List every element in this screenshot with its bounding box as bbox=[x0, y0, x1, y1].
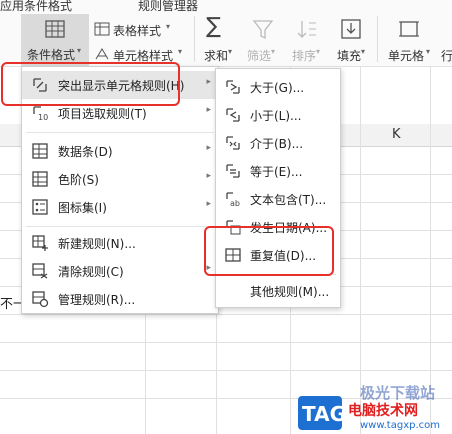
watermark-logo: TAG bbox=[298, 396, 346, 430]
ribbon-top-mid-text: 规则管理器 bbox=[138, 0, 199, 13]
menu-item-label: 项目选取规则(T) bbox=[58, 107, 147, 121]
watermark-line2: 电脑技术网 bbox=[348, 403, 418, 419]
chevron-down-icon: ▾ bbox=[228, 47, 233, 56]
fill-button[interactable]: 填充 bbox=[337, 47, 361, 64]
menu-item-label: 新建规则(N)... bbox=[58, 237, 136, 251]
svg-text:10: 10 bbox=[38, 113, 48, 122]
menu-item-label: 清除规则(C) bbox=[58, 265, 124, 279]
submenu-item-label: 等于(E)... bbox=[250, 165, 303, 179]
menu-item-icon-sets[interactable]: 图标集(I) ▸ bbox=[22, 193, 218, 221]
chevron-right-icon: ▸ bbox=[206, 143, 211, 153]
ribbon-top-left-text: 应用条件格式 bbox=[0, 0, 73, 13]
sort-icon bbox=[297, 21, 316, 38]
menu-item-manage-rules[interactable]: 管理规则(R)... bbox=[22, 285, 218, 313]
chevron-down-icon: ▾ bbox=[361, 47, 366, 56]
menu-item-label: 色阶(S) bbox=[58, 173, 99, 187]
top-bottom-rules-icon: 10 bbox=[33, 106, 48, 122]
menu-item-label: 管理规则(R)... bbox=[58, 293, 136, 307]
new-rule-icon bbox=[32, 235, 48, 251]
conditional-format-label: 条件格式 bbox=[27, 48, 76, 62]
submenu-item-label: 小于(L)... bbox=[250, 109, 302, 123]
clear-rules-icon bbox=[32, 263, 48, 279]
submenu-item-less-than[interactable]: 小于(L)... bbox=[216, 101, 340, 129]
submenu-item-between[interactable]: 介于(B)... bbox=[216, 129, 340, 157]
sort-button[interactable]: 排序 bbox=[292, 47, 316, 64]
submenu-item-greater-than[interactable]: 大于(G)... bbox=[216, 73, 340, 101]
chevron-down-icon: ▾ bbox=[316, 47, 321, 56]
submenu-item-label: 文本包含(T)... bbox=[250, 193, 327, 207]
chevron-right-icon: ▸ bbox=[206, 171, 211, 181]
chevron-down-icon: ▾ bbox=[426, 47, 431, 56]
svg-text:ab: ab bbox=[230, 199, 240, 208]
less-than-icon bbox=[226, 108, 240, 122]
menu-item-data-bars[interactable]: 数据条(D) ▸ bbox=[22, 137, 218, 165]
cell-icon bbox=[399, 21, 419, 37]
submenu-item-other-rules[interactable]: 其他规则(M)... bbox=[216, 277, 340, 305]
watermark-url: www.tagxp.com bbox=[360, 420, 440, 431]
submenu-item-label: 介于(B)... bbox=[250, 137, 304, 151]
between-icon bbox=[226, 136, 240, 150]
cell-button[interactable]: 单元格 bbox=[388, 47, 424, 64]
submenu-item-label: 大于(G)... bbox=[250, 81, 305, 95]
submenu-item-text-contains[interactable]: ab 文本包含(T)... bbox=[216, 185, 340, 213]
greater-than-icon bbox=[226, 80, 240, 94]
data-bars-icon bbox=[32, 143, 48, 159]
manage-rules-icon bbox=[32, 291, 49, 308]
row-button[interactable]: 行 bbox=[441, 47, 452, 64]
chevron-down-icon: ▾ bbox=[178, 47, 183, 56]
color-scales-icon bbox=[32, 171, 48, 187]
fill-icon bbox=[341, 19, 361, 39]
conditional-format-button[interactable]: 条件格式 ▾ bbox=[21, 14, 89, 66]
highlight-box-duplicate-item bbox=[204, 226, 334, 276]
menu-item-color-scales[interactable]: 色阶(S) ▸ bbox=[22, 165, 218, 193]
sum-button[interactable]: 求和 bbox=[204, 47, 228, 64]
menu-item-label: 数据条(D) bbox=[58, 145, 113, 159]
table-style-button[interactable]: 表格样式 bbox=[113, 22, 161, 39]
submenu-item-label: 其他规则(M)... bbox=[250, 285, 330, 299]
column-header-k[interactable]: K bbox=[392, 127, 401, 142]
grid-icon bbox=[45, 20, 65, 38]
menu-item-new-rule[interactable]: 新建规则(N)... bbox=[22, 229, 218, 257]
filter-button[interactable]: 筛选 bbox=[247, 47, 271, 64]
menu-item-label: 图标集(I) bbox=[58, 201, 107, 215]
equal-to-icon bbox=[226, 164, 240, 178]
chevron-right-icon: ▸ bbox=[206, 105, 211, 115]
chevron-down-icon: ▾ bbox=[77, 46, 82, 55]
icon-sets-icon bbox=[32, 199, 48, 215]
chevron-right-icon: ▸ bbox=[206, 199, 211, 209]
watermark: TAG 极光下载站 电脑技术网 www.tagxp.com bbox=[298, 384, 452, 434]
chevron-down-icon: ▾ bbox=[271, 47, 276, 56]
menu-item-clear-rules[interactable]: 清除规则(C) ▸ bbox=[22, 257, 218, 285]
text-contains-icon: ab bbox=[226, 192, 240, 208]
submenu-item-equal-to[interactable]: 等于(E)... bbox=[216, 157, 340, 185]
table-style-icon bbox=[94, 22, 110, 36]
sum-icon: ∑ bbox=[206, 14, 221, 39]
highlight-box-main-item bbox=[1, 62, 180, 106]
chevron-down-icon: ▾ bbox=[166, 22, 171, 31]
filter-icon bbox=[252, 20, 274, 40]
cell-style-icon bbox=[95, 48, 109, 60]
chevron-right-icon: ▸ bbox=[206, 77, 211, 87]
ribbon-toolbar: 应用条件格式 规则管理器 条件格式 ▾ 表格样式 ▾ 单元格样式 ▾ ∑ 求和 … bbox=[0, 0, 452, 67]
